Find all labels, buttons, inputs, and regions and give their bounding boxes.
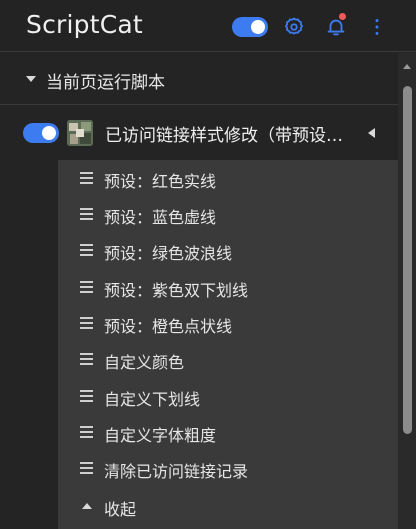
toggle-knob (251, 20, 265, 34)
menu-item-label: 预设：红色实线 (104, 172, 217, 191)
menu-item-label: 自定义下划线 (104, 390, 201, 409)
section-title: 当前页运行脚本 (46, 73, 165, 93)
global-enable-toggle[interactable] (232, 17, 268, 37)
caret-left-icon[interactable] (368, 128, 375, 138)
menu-icon (80, 244, 93, 256)
menu-item-label: 预设：橙色点状线 (104, 317, 233, 336)
menu-icon (80, 208, 93, 220)
menu-icon (80, 317, 93, 329)
menu-icon (80, 390, 93, 402)
menu-item[interactable]: 预设：绿色波浪线 (58, 233, 398, 269)
menu-item-label: 自定义颜色 (104, 353, 185, 372)
app-title: ScriptCat (26, 10, 143, 39)
scroll-up-arrow-icon[interactable] (403, 64, 411, 69)
current-page-scripts-header[interactable]: 当前页运行脚本 (0, 53, 398, 105)
script-name: 已访问链接样式修改（带预设… (105, 126, 343, 146)
menu-item[interactable]: 自定义颜色 (58, 342, 398, 378)
menu-item[interactable]: 预设：红色实线 (58, 161, 398, 197)
menu-item[interactable]: 预设：蓝色虚线 (58, 197, 398, 233)
caret-down-icon (26, 76, 36, 82)
menu-item-label: 自定义字体粗度 (104, 426, 217, 445)
more-vertical-icon[interactable] (366, 16, 388, 38)
menu-item[interactable]: 预设：橙色点状线 (58, 306, 398, 342)
caret-up-icon (82, 503, 92, 509)
gear-icon[interactable] (283, 16, 305, 38)
menu-item-label: 预设：蓝色虚线 (104, 208, 217, 227)
menu-item[interactable]: 预设：紫色双下划线 (58, 270, 398, 306)
menu-icon (80, 172, 93, 184)
script-menu: 预设：红色实线 预设：蓝色虚线 预设：绿色波浪线 预设：紫色双下划线 预设：橙色… (58, 160, 398, 529)
toggle-knob (42, 126, 56, 140)
menu-item[interactable]: 自定义下划线 (58, 379, 398, 415)
scroll-thumb[interactable] (403, 86, 412, 434)
menu-icon (80, 281, 93, 293)
app-header: ScriptCat (0, 0, 416, 52)
menu-item[interactable]: 自定义字体粗度 (58, 415, 398, 451)
menu-item-label: 预设：紫色双下划线 (104, 281, 249, 300)
notification-dot (339, 13, 346, 20)
collapse-label: 收起 (104, 500, 137, 519)
script-enable-toggle[interactable] (23, 123, 59, 143)
menu-item[interactable]: 清除已访问链接记录 (58, 451, 398, 487)
menu-icon (80, 462, 93, 474)
script-icon (67, 120, 93, 146)
menu-item-label: 清除已访问链接记录 (104, 462, 249, 481)
menu-icon (80, 426, 93, 438)
menu-icon (80, 353, 93, 365)
collapse-menu-item[interactable]: 收起 (58, 489, 398, 525)
menu-item-label: 预设：绿色波浪线 (104, 244, 233, 263)
scrollbar[interactable] (398, 53, 416, 529)
script-row[interactable]: 已访问链接样式修改（带预设… (0, 107, 398, 159)
